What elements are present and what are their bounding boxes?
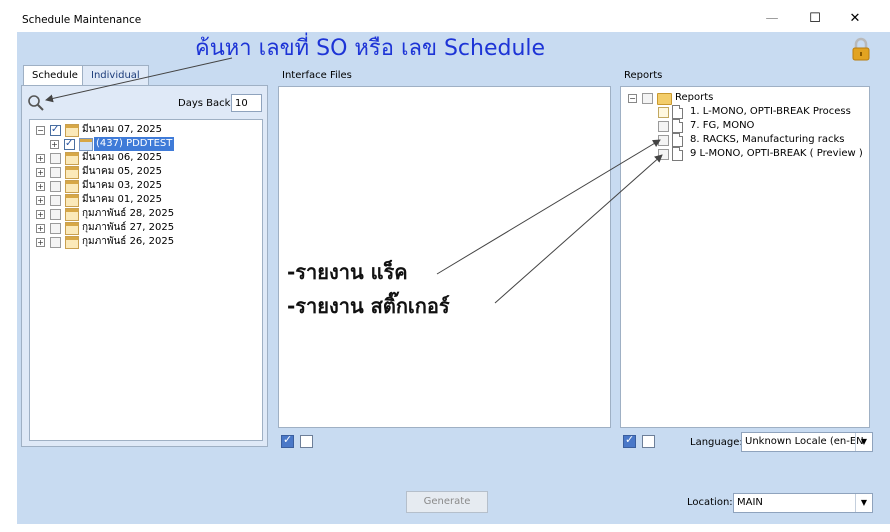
- collapse-toggle[interactable]: −: [628, 94, 637, 103]
- annotation-search-hint: ค้นหา เลขที่ SO หรือ เลข Schedule: [195, 36, 546, 61]
- chevron-down-icon[interactable]: ▼: [855, 433, 872, 451]
- window-title: Schedule Maintenance: [22, 14, 142, 26]
- row-checkbox[interactable]: [50, 237, 61, 248]
- calendar-icon: [65, 152, 79, 165]
- interface-files-label: Interface Files: [282, 70, 352, 81]
- tab-schedule[interactable]: Schedule: [23, 65, 87, 85]
- row-checkbox[interactable]: [658, 135, 669, 146]
- close-button[interactable]: ✕: [840, 8, 870, 30]
- location-label: Location:: [687, 497, 733, 508]
- calendar-icon: [65, 194, 79, 207]
- tab-individual[interactable]: Individual: [82, 65, 149, 85]
- expand-toggle[interactable]: +: [50, 140, 59, 149]
- chevron-down-icon[interactable]: ▼: [855, 494, 872, 512]
- tree-row-label: Reports: [675, 92, 714, 103]
- tree-row-label: มีนาคม 03, 2025: [82, 180, 163, 191]
- lock-icon[interactable]: [850, 37, 872, 61]
- tree-row-label: (437) PDDTEST: [94, 137, 175, 151]
- folder-icon: [657, 93, 672, 105]
- select-none-interface-checkbox[interactable]: [300, 435, 313, 448]
- language-label: Language:: [690, 437, 743, 448]
- location-select[interactable]: MAIN ▼: [733, 493, 873, 513]
- calendar-icon: [65, 124, 79, 137]
- language-value: Unknown Locale (en-EN: [745, 436, 864, 447]
- schedule-icon: [79, 138, 93, 151]
- annotation-sticker-report: -รายงาน สติ๊กเกอร์: [287, 294, 450, 318]
- title-bar: Schedule Maintenance — ☐ ✕: [0, 0, 890, 32]
- tree-row-label: 8. RACKS, Manufacturing racks: [690, 134, 845, 145]
- days-back-label: Days Back:: [178, 98, 234, 109]
- expand-toggle[interactable]: +: [36, 168, 45, 177]
- row-checkbox[interactable]: [50, 223, 61, 234]
- calendar-icon: [65, 166, 79, 179]
- minimize-button[interactable]: —: [757, 8, 787, 30]
- reports-label: Reports: [624, 70, 663, 81]
- row-checkbox[interactable]: [658, 121, 669, 132]
- language-select[interactable]: Unknown Locale (en-EN ▼: [741, 432, 873, 452]
- expand-toggle[interactable]: +: [36, 238, 45, 247]
- tree-row-label: 7. FG, MONO: [690, 120, 755, 131]
- collapse-toggle[interactable]: −: [36, 126, 45, 135]
- tree-row-label: กุมภาพันธ์ 27, 2025: [82, 222, 175, 233]
- annotation-rack-report: -รายงาน แร็ค: [287, 260, 408, 284]
- location-value: MAIN: [737, 497, 763, 508]
- select-none-reports-checkbox[interactable]: [642, 435, 655, 448]
- tree-row-label: มีนาคม 05, 2025: [82, 166, 163, 177]
- row-checkbox[interactable]: [50, 123, 61, 137]
- row-checkbox[interactable]: [658, 107, 669, 118]
- maximize-button[interactable]: ☐: [800, 8, 830, 30]
- row-checkbox[interactable]: [50, 195, 61, 206]
- tree-row-label: กุมภาพันธ์ 28, 2025: [82, 208, 175, 219]
- generate-button[interactable]: Generate: [406, 491, 488, 513]
- calendar-icon: [65, 180, 79, 193]
- schedule-tree: − มีนาคม 07, 2025 + (437) PDDTEST + มีนา…: [29, 119, 263, 441]
- expand-toggle[interactable]: +: [36, 210, 45, 219]
- expand-toggle[interactable]: +: [36, 196, 45, 205]
- row-checkbox[interactable]: [64, 137, 75, 151]
- calendar-icon: [65, 236, 79, 249]
- days-back-input[interactable]: [231, 94, 262, 112]
- select-all-interface-checkbox[interactable]: [281, 433, 294, 448]
- row-checkbox[interactable]: [50, 209, 61, 220]
- search-icon[interactable]: [27, 94, 45, 112]
- tree-row-label: มีนาคม 07, 2025: [82, 124, 163, 135]
- calendar-icon: [65, 208, 79, 221]
- row-checkbox[interactable]: [50, 181, 61, 192]
- document-icon: [672, 119, 683, 133]
- tree-row-label: มีนาคม 06, 2025: [82, 152, 163, 163]
- calendar-icon: [65, 222, 79, 235]
- select-all-reports-checkbox[interactable]: [623, 433, 636, 448]
- tree-row-label: กุมภาพันธ์ 26, 2025: [82, 236, 175, 247]
- row-checkbox[interactable]: [658, 149, 669, 160]
- expand-toggle[interactable]: +: [36, 154, 45, 163]
- tree-row-label: 9 L-MONO, OPTI-BREAK ( Preview ): [690, 148, 863, 159]
- row-checkbox[interactable]: [642, 93, 653, 104]
- expand-toggle[interactable]: +: [36, 224, 45, 233]
- document-icon: [672, 147, 683, 161]
- document-icon: [672, 133, 683, 147]
- row-checkbox[interactable]: [50, 153, 61, 164]
- tree-row-label: มีนาคม 01, 2025: [82, 194, 163, 205]
- expand-toggle[interactable]: +: [36, 182, 45, 191]
- reports-tree: − Reports 1. L-MONO, OPTI-BREAK Process …: [620, 86, 870, 428]
- tree-row-label: 1. L-MONO, OPTI-BREAK Process: [690, 106, 851, 117]
- row-checkbox[interactable]: [50, 167, 61, 178]
- document-icon: [672, 105, 683, 119]
